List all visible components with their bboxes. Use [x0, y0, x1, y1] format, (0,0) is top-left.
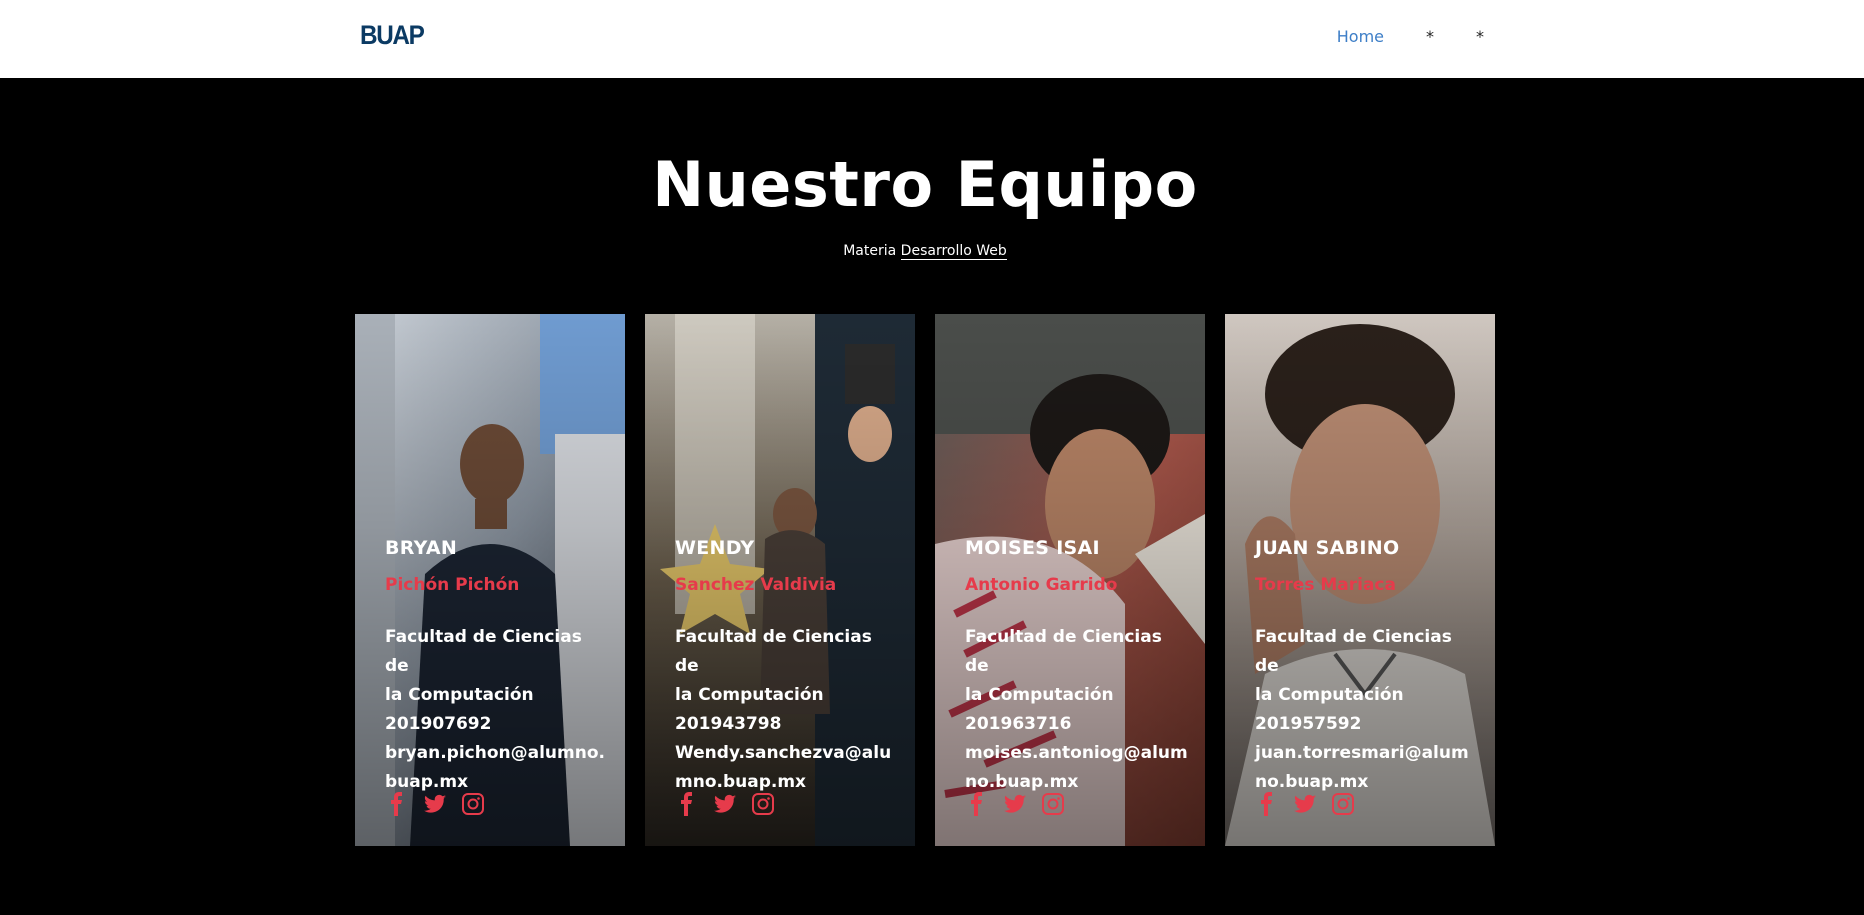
team-card: BRYAN Pichón Pichón Facultad de Ciencias… — [355, 314, 625, 846]
nav-link-home[interactable]: Home — [1337, 27, 1384, 46]
card-content: BRYAN Pichón Pichón Facultad de Ciencias… — [385, 536, 610, 797]
member-faculty-line1: Facultad de Ciencias de — [385, 627, 582, 676]
member-last-name: Sanchez Valdivia — [675, 575, 837, 595]
social-links — [675, 792, 775, 816]
page-title: Nuestro Equipo — [652, 148, 1198, 221]
nav-link-3[interactable]: * — [1476, 27, 1484, 46]
facebook-icon[interactable] — [1255, 792, 1279, 816]
member-id: 201963716 — [965, 714, 1072, 734]
member-faculty-line2: la Computación — [1255, 685, 1404, 705]
member-info: Facultad de Ciencias de la Computación 2… — [1255, 623, 1480, 797]
member-first-name: WENDY — [675, 537, 755, 559]
twitter-icon[interactable] — [423, 792, 447, 816]
member-id: 201907692 — [385, 714, 492, 734]
social-links — [1255, 792, 1355, 816]
page-subtitle: Materia Desarrollo Web — [0, 243, 1850, 260]
instagram-icon[interactable] — [751, 792, 775, 816]
member-info: Facultad de Ciencias de la Computación 2… — [385, 623, 610, 797]
member-first-name: BRYAN — [385, 537, 458, 559]
facebook-icon[interactable] — [675, 792, 699, 816]
member-id: 201943798 — [675, 714, 782, 734]
twitter-icon[interactable] — [713, 792, 737, 816]
member-email[interactable]: Wendy.sanchezva@alumno.buap.mx — [675, 739, 900, 797]
instagram-icon[interactable] — [1041, 792, 1065, 816]
nav-link-2[interactable]: * — [1426, 27, 1434, 46]
member-faculty-line1: Facultad de Ciencias de — [965, 627, 1162, 676]
subtitle-course-link[interactable]: Desarrollo Web — [900, 243, 1007, 260]
social-links — [965, 792, 1065, 816]
buap-logo[interactable]: BUAP — [360, 20, 425, 51]
facebook-icon[interactable] — [965, 792, 989, 816]
team-card: WENDY Sanchez Valdivia Facultad de Cienc… — [645, 314, 915, 846]
member-faculty-line1: Facultad de Ciencias de — [1255, 627, 1452, 676]
top-navbar: BUAP Home * * — [0, 0, 1864, 78]
twitter-icon[interactable] — [1293, 792, 1317, 816]
nav-links: Home * * — [1337, 27, 1484, 46]
social-links — [385, 792, 485, 816]
member-email[interactable]: moises.antoniog@alumno.buap.mx — [965, 739, 1190, 797]
member-email[interactable]: juan.torresmari@alumno.buap.mx — [1255, 739, 1480, 797]
card-content: MOISES ISAI Antonio Garrido Facultad de … — [965, 536, 1190, 797]
member-faculty-line2: la Computación — [675, 685, 824, 705]
member-id: 201957592 — [1255, 714, 1362, 734]
member-info: Facultad de Ciencias de la Computación 2… — [675, 623, 900, 797]
member-faculty-line2: la Computación — [965, 685, 1114, 705]
member-faculty-line2: la Computación — [385, 685, 534, 705]
instagram-icon[interactable] — [1331, 792, 1355, 816]
member-last-name: Antonio Garrido — [965, 575, 1118, 595]
member-faculty-line1: Facultad de Ciencias de — [675, 627, 872, 676]
instagram-icon[interactable] — [461, 792, 485, 816]
team-card: MOISES ISAI Antonio Garrido Facultad de … — [935, 314, 1205, 846]
facebook-icon[interactable] — [385, 792, 409, 816]
member-last-name: Pichón Pichón — [385, 575, 520, 595]
member-first-name: MOISES ISAI — [965, 537, 1100, 559]
card-content: WENDY Sanchez Valdivia Facultad de Cienc… — [675, 536, 900, 797]
subtitle-prefix: Materia — [843, 243, 897, 259]
card-content: JUAN SABINO Torres Mariaca Facultad de C… — [1255, 536, 1480, 797]
twitter-icon[interactable] — [1003, 792, 1027, 816]
member-last-name: Torres Mariaca — [1255, 575, 1396, 595]
member-email[interactable]: bryan.pichon@alumno.buap.mx — [385, 739, 610, 797]
team-card: JUAN SABINO Torres Mariaca Facultad de C… — [1225, 314, 1495, 846]
member-first-name: JUAN SABINO — [1255, 537, 1400, 559]
member-info: Facultad de Ciencias de la Computación 2… — [965, 623, 1190, 797]
